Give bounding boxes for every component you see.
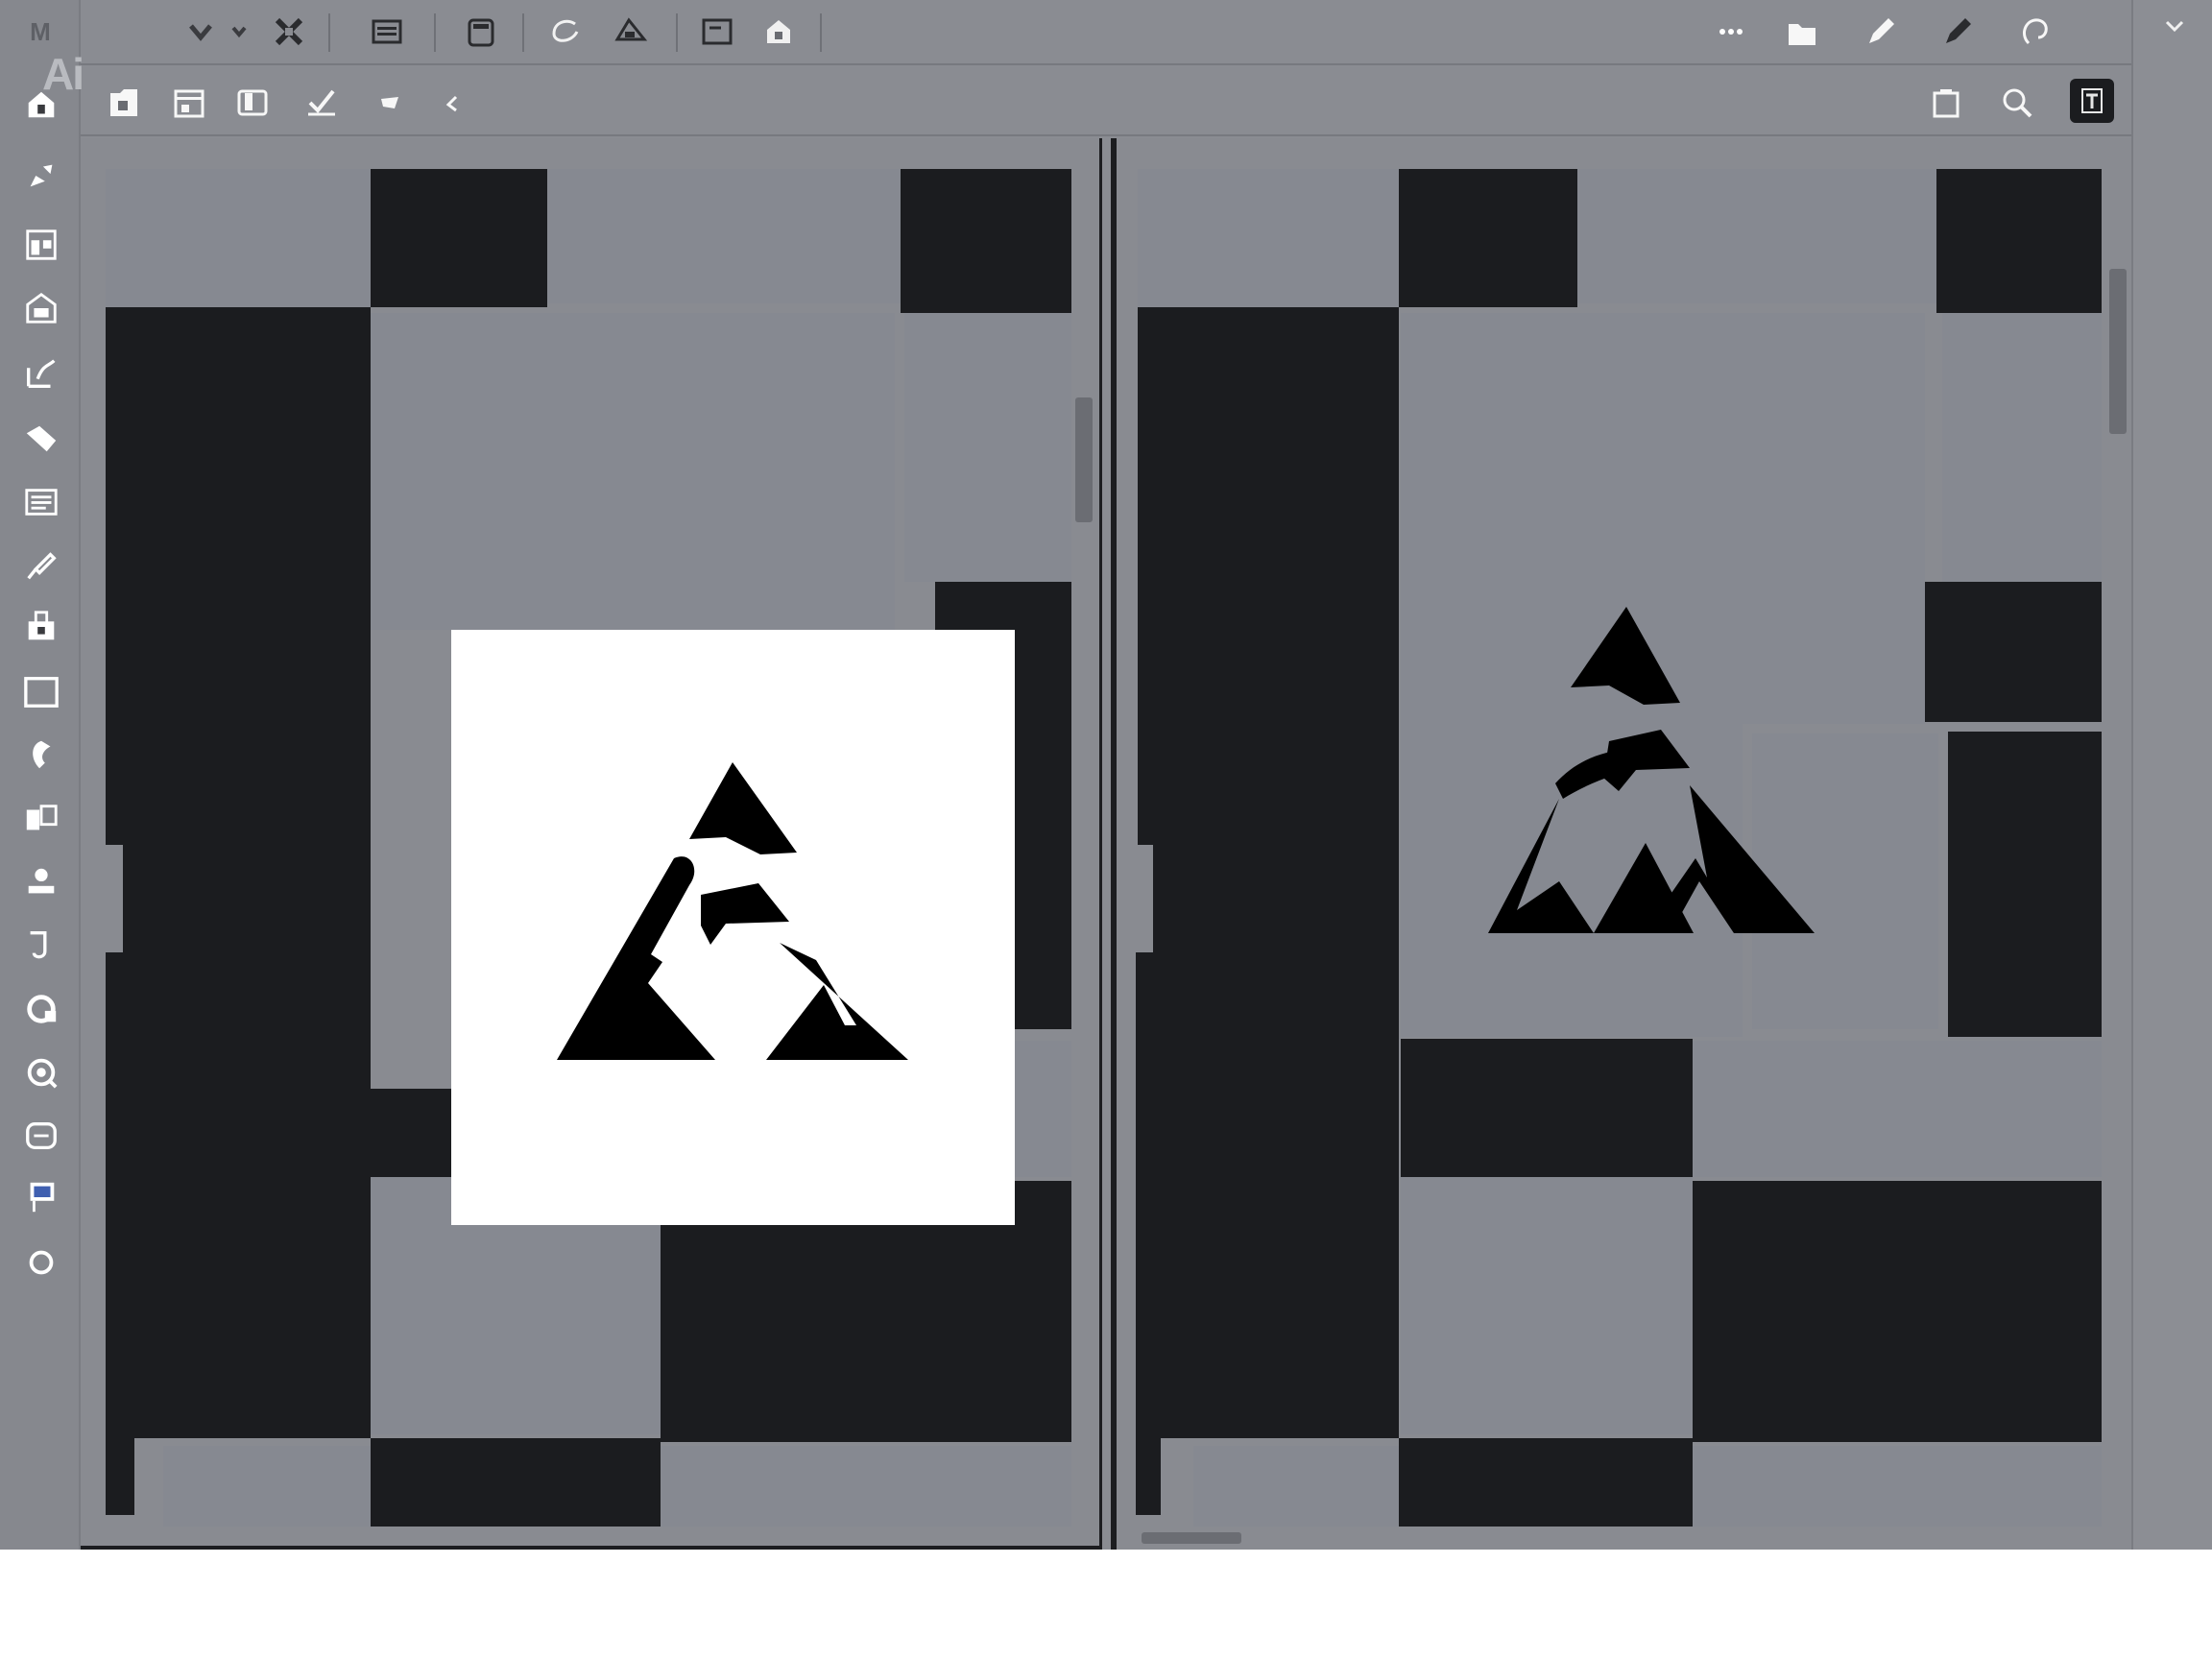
layout-block — [1193, 1446, 1399, 1527]
undo-icon[interactable] — [432, 83, 476, 127]
loop-icon[interactable] — [2012, 10, 2056, 54]
layout-block — [547, 169, 901, 303]
clipboard-icon[interactable] — [459, 10, 503, 54]
home-icon[interactable] — [19, 83, 63, 127]
top-menubar — [81, 0, 2131, 65]
curvature-icon[interactable] — [19, 351, 63, 396]
options-bar — [81, 67, 2131, 136]
transform-icon[interactable] — [267, 10, 311, 54]
pencil-icon[interactable] — [1859, 10, 1903, 54]
brush-icon[interactable] — [19, 543, 63, 588]
layout-block — [1136, 952, 1161, 1515]
fill-icon[interactable] — [609, 10, 653, 54]
toolbar-separator — [328, 13, 330, 52]
layout-block — [1138, 169, 1399, 307]
layout-block — [1401, 1177, 1693, 1434]
layout-block — [661, 1446, 1071, 1527]
layout-block — [163, 1446, 371, 1527]
artboard-icon[interactable] — [19, 797, 63, 841]
rotate-icon[interactable] — [19, 924, 63, 968]
toolbar-separator — [676, 13, 678, 52]
layout-block — [1936, 169, 2102, 313]
chevron-small-icon[interactable] — [217, 10, 261, 54]
marker-icon[interactable] — [1936, 10, 1980, 54]
layout-block — [1577, 169, 1936, 303]
layout-block — [1948, 732, 2102, 1037]
screen-mode-icon[interactable] — [19, 1175, 63, 1219]
paint-bucket-icon[interactable] — [19, 605, 63, 649]
eraser-icon[interactable] — [19, 417, 63, 461]
vertical-scrollbar[interactable] — [1075, 397, 1093, 522]
layout-block — [1138, 307, 1399, 845]
right-document-panel[interactable] — [1111, 138, 2131, 1550]
layout-block — [1693, 1181, 2102, 1442]
shape-builder-icon[interactable] — [19, 286, 63, 330]
layout-block — [1925, 582, 2102, 722]
selected-artboard[interactable] — [451, 630, 1015, 1225]
save-icon[interactable] — [102, 81, 146, 125]
lasso-select-icon[interactable] — [543, 10, 588, 54]
triangle-logo[interactable] — [557, 762, 908, 1070]
left-document-panel[interactable] — [81, 138, 1102, 1550]
stamp-icon[interactable] — [19, 860, 63, 904]
layout-block — [1693, 1041, 2102, 1177]
brand-mark: M — [30, 17, 51, 46]
frame-icon[interactable] — [167, 81, 211, 125]
empty-area — [0, 1550, 2212, 1659]
horizontal-scrollbar[interactable] — [1142, 1532, 1241, 1544]
illustrator-window: M Ai — [0, 0, 2212, 1550]
flag-icon[interactable] — [369, 83, 413, 127]
layout-block — [1153, 845, 1399, 1438]
layout-block — [123, 845, 371, 1438]
layout-block — [1399, 169, 1577, 307]
collapse-chevron-icon[interactable] — [2152, 4, 2197, 48]
circle-icon[interactable] — [19, 1240, 63, 1285]
triangle-logo-preview[interactable] — [1431, 607, 1815, 933]
text-frame-icon[interactable] — [2070, 79, 2114, 123]
pages-icon[interactable] — [230, 81, 275, 125]
layout-block — [371, 1438, 661, 1527]
hand-icon[interactable] — [19, 1114, 63, 1158]
layout-icon[interactable] — [19, 223, 63, 267]
layout-block — [1399, 1438, 1693, 1527]
layout-block — [1693, 1446, 2102, 1527]
right-panel-edge — [2131, 0, 2212, 1550]
layout-block — [1942, 313, 2102, 582]
vertical-scrollbar[interactable] — [2109, 269, 2127, 434]
layout-block — [106, 952, 134, 1515]
layout-block — [901, 169, 1071, 313]
layout-block — [371, 169, 547, 307]
lasso-icon[interactable] — [19, 733, 63, 778]
left-toolbar: M Ai — [0, 0, 84, 1550]
folder-icon[interactable] — [1780, 12, 1824, 56]
toolbar-separator — [434, 13, 436, 52]
eye-icon[interactable] — [19, 1050, 63, 1094]
more-icon[interactable] — [1709, 10, 1753, 54]
export-icon[interactable] — [757, 10, 801, 54]
rectangle-icon[interactable] — [19, 670, 63, 714]
pen-tool-icon[interactable] — [19, 154, 63, 198]
text-lines-icon[interactable] — [19, 480, 63, 524]
layout-block — [371, 313, 895, 630]
toolbar-separator — [820, 13, 822, 52]
edit-check-icon[interactable] — [300, 81, 344, 125]
warp-icon[interactable] — [19, 987, 63, 1031]
layout-block — [1401, 1039, 1693, 1177]
zoom-icon[interactable] — [1995, 81, 2039, 125]
layout-block — [106, 307, 371, 845]
trash-icon[interactable] — [1924, 81, 1968, 125]
image-icon[interactable] — [695, 10, 739, 54]
layout-block — [904, 313, 1071, 582]
layout-block — [106, 169, 371, 307]
toolbar-separator — [522, 13, 524, 52]
document-icon[interactable] — [365, 10, 409, 54]
